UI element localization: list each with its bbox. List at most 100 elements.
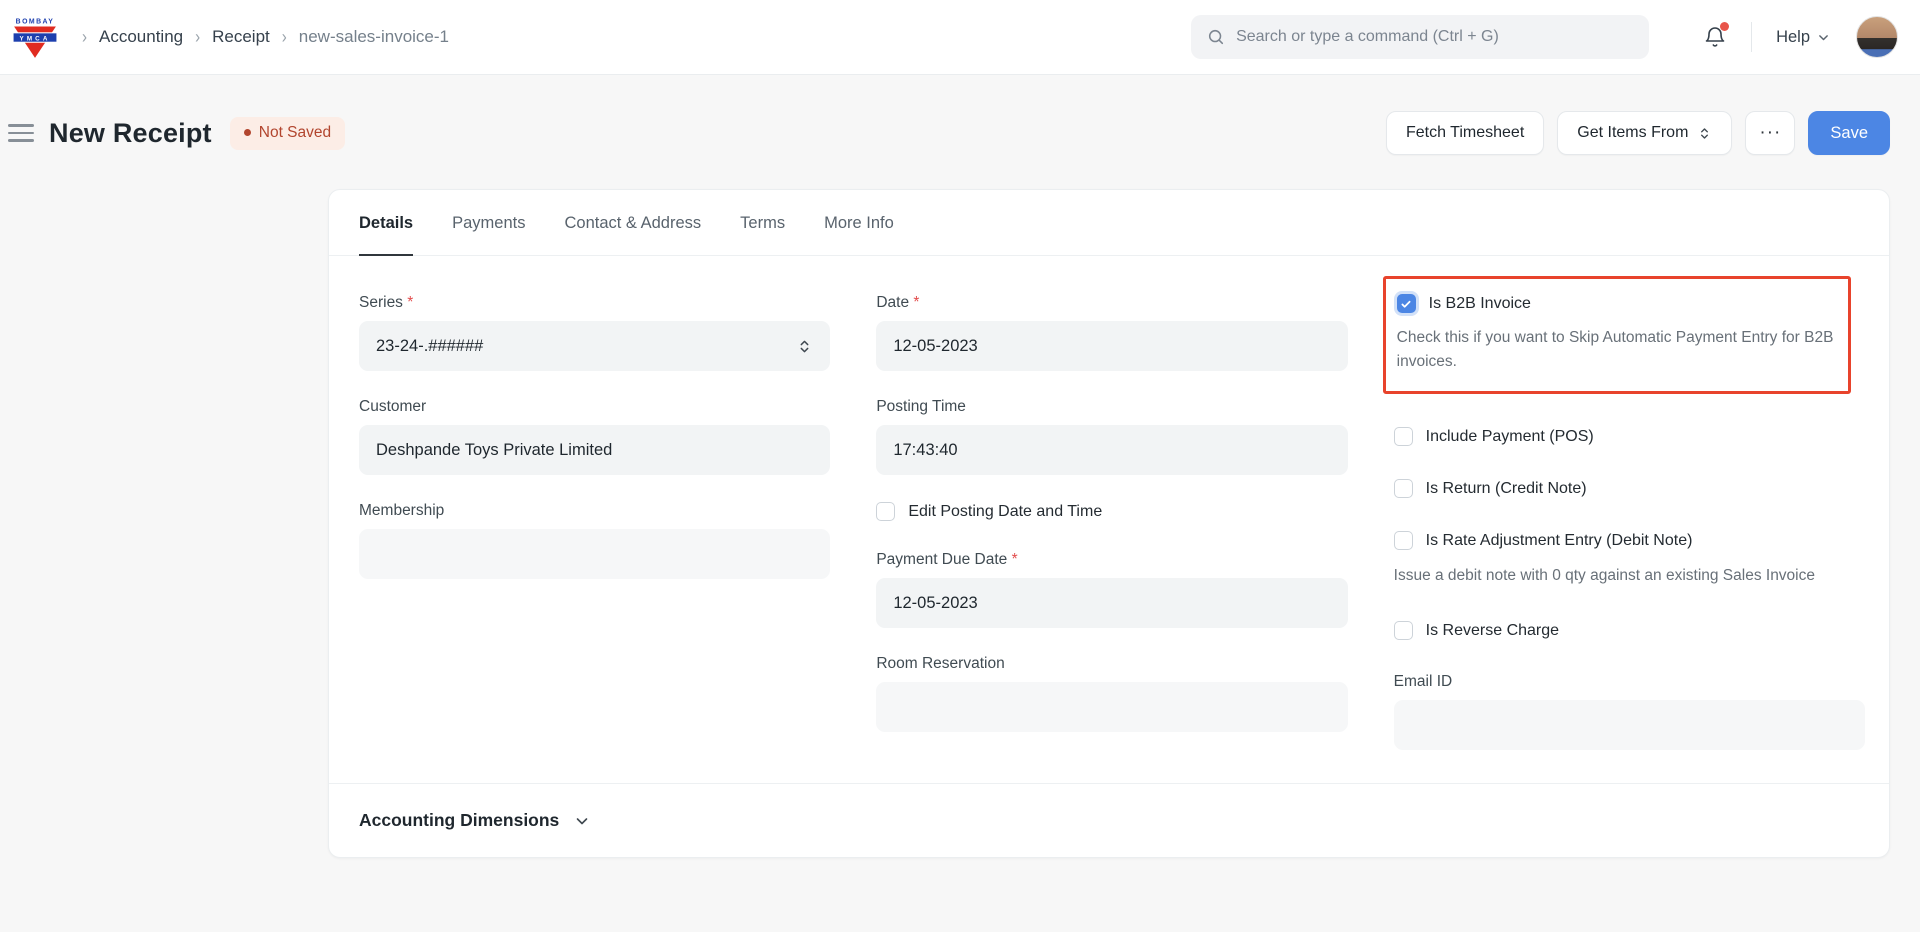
field-label: Posting Time — [876, 398, 1347, 416]
fetch-timesheet-button[interactable]: Fetch Timesheet — [1386, 111, 1544, 155]
field-label: Series * — [359, 294, 830, 312]
field-room-reservation: Room Reservation — [876, 655, 1347, 732]
field-label: Membership — [359, 502, 830, 520]
checkbox-is-return-credit-note[interactable] — [1394, 479, 1413, 498]
company-logo[interactable]: BOMBAY YMCA — [12, 15, 58, 59]
input-date[interactable]: 12-05-2023 — [876, 321, 1347, 371]
input-payment-due-date[interactable]: 12-05-2023 — [876, 578, 1347, 628]
field-description: Check this if you want to Skip Automatic… — [1397, 326, 1834, 374]
checkbox-label: Is Rate Adjustment Entry (Debit Note) — [1426, 532, 1693, 550]
tab-terms[interactable]: Terms — [740, 190, 785, 256]
checkbox-include-payment-pos[interactable] — [1394, 427, 1413, 446]
global-search[interactable] — [1191, 15, 1649, 59]
checkbox-is-b2b-invoice[interactable] — [1397, 294, 1416, 313]
field-label: Room Reservation — [876, 655, 1347, 673]
field-is-return-credit-note: Is Return (Credit Note) — [1394, 479, 1865, 498]
required-asterisk: * — [403, 294, 413, 311]
field-label: Date * — [876, 294, 1347, 312]
field-posting-time: Posting Time 17:43:40 — [876, 398, 1347, 475]
get-items-from-label: Get Items From — [1577, 124, 1688, 142]
field-membership: Membership — [359, 502, 830, 579]
form-column-1: Series * 23-24-.###### Customer Deshpande T… — [359, 294, 830, 777]
help-menu[interactable]: Help — [1776, 28, 1830, 47]
field-value: Deshpande Toys Private Limited — [376, 441, 612, 460]
input-posting-time[interactable]: 17:43:40 — [876, 425, 1347, 475]
input-room-reservation[interactable] — [876, 682, 1347, 732]
page-head: New Receipt Not Saved Fetch Timesheet Ge… — [0, 111, 1920, 155]
field-is-reverse-charge: Is Reverse Charge — [1394, 621, 1865, 640]
field-label: Customer — [359, 398, 830, 416]
checkbox-is-reverse-charge[interactable] — [1394, 621, 1413, 640]
form-column-3: Is B2B Invoice Check this if you want to … — [1394, 294, 1865, 777]
field-payment-due-date: Payment Due Date * 12-05-2023 — [876, 551, 1347, 628]
checkbox-row-is-rate-adjustment-entry-debit-note[interactable]: Is Rate Adjustment Entry (Debit Note) — [1394, 531, 1865, 550]
required-asterisk: * — [909, 294, 919, 311]
search-icon — [1207, 28, 1225, 46]
field-edit-posting-date-and-time: Edit Posting Date and Time — [876, 502, 1347, 521]
chevron-down-icon — [1817, 31, 1830, 44]
checkbox-row-is-b2b-invoice[interactable]: Is B2B Invoice — [1397, 294, 1834, 313]
breadcrumb-item-new-sales-invoice-1[interactable]: new-sales-invoice-1 — [299, 27, 449, 47]
checkbox-edit-posting-date-and-time[interactable] — [876, 502, 895, 521]
tab-more-info[interactable]: More Info — [824, 190, 894, 256]
tab-contact-address[interactable]: Contact & Address — [564, 190, 701, 256]
checkbox-label: Is B2B Invoice — [1429, 295, 1531, 313]
checkbox-row-include-payment-pos[interactable]: Include Payment (POS) — [1394, 427, 1865, 446]
field-description: Issue a debit note with 0 qty against an… — [1394, 564, 1865, 588]
top-navbar: BOMBAY YMCA ›Accounting›Receipt›new-sale… — [0, 0, 1920, 75]
checkbox-label: Is Reverse Charge — [1426, 622, 1559, 640]
checkbox-row-edit-posting-date-and-time[interactable]: Edit Posting Date and Time — [876, 502, 1347, 521]
form-tabs: Details Payments Contact & Address Terms Mor… — [329, 190, 1889, 256]
notifications-button[interactable] — [1703, 25, 1727, 49]
field-is-b2b-invoice: Is B2B Invoice Check this if you want to … — [1394, 276, 1865, 394]
sidebar-toggle-icon[interactable] — [8, 124, 34, 142]
breadcrumb-item-receipt[interactable]: Receipt — [212, 27, 270, 47]
select-chevrons-icon — [796, 338, 813, 355]
field-series: Series * 23-24-.###### — [359, 294, 830, 371]
checkbox-row-is-reverse-charge[interactable]: Is Reverse Charge — [1394, 621, 1865, 640]
status-badge: Not Saved — [230, 117, 345, 150]
input-email-id[interactable] — [1394, 700, 1865, 750]
tab-details[interactable]: Details — [359, 190, 413, 256]
required-asterisk: * — [1007, 551, 1017, 568]
checkbox-label: Include Payment (POS) — [1426, 428, 1594, 446]
navbar-divider — [1751, 22, 1752, 52]
form-column-2: Date * 12-05-2023 Posting Time 17:43:40 Edit… — [876, 294, 1347, 777]
checkbox-is-rate-adjustment-entry-debit-note[interactable] — [1394, 531, 1413, 550]
field-date: Date * 12-05-2023 — [876, 294, 1347, 371]
breadcrumb-item-accounting[interactable]: Accounting — [99, 27, 183, 47]
notification-dot — [1720, 22, 1729, 31]
field-value: 17:43:40 — [893, 441, 957, 460]
logo-top-text: BOMBAY — [16, 18, 55, 25]
get-items-from-button[interactable]: Get Items From — [1557, 111, 1732, 155]
section-title: Accounting Dimensions — [359, 810, 559, 831]
logo-band-text: YMCA — [20, 35, 51, 42]
page-title: New Receipt — [49, 118, 212, 149]
user-avatar[interactable] — [1856, 16, 1898, 58]
tab-payments[interactable]: Payments — [452, 190, 525, 256]
checkbox-row-is-return-credit-note[interactable]: Is Return (Credit Note) — [1394, 479, 1865, 498]
form-grid: Series * 23-24-.###### Customer Deshpande T… — [329, 256, 1889, 783]
chevron-down-icon — [574, 813, 590, 829]
input-membership[interactable] — [359, 529, 830, 579]
breadcrumb-separator-icon: › — [282, 26, 287, 47]
check-icon — [1400, 298, 1412, 310]
field-value: 23-24-.###### — [376, 337, 483, 356]
more-options-button[interactable]: ··· — [1745, 111, 1795, 155]
breadcrumb-separator-icon: › — [82, 26, 87, 47]
save-button[interactable]: Save — [1808, 111, 1890, 155]
breadcrumb: ›Accounting›Receipt›new-sales-invoice-1 — [82, 27, 449, 47]
accounting-dimensions-section-toggle[interactable]: Accounting Dimensions — [329, 784, 1889, 857]
field-label: Payment Due Date * — [876, 551, 1347, 569]
field-email-id: Email ID — [1394, 673, 1865, 750]
search-input[interactable] — [1236, 28, 1633, 46]
page-actions: Fetch Timesheet Get Items From ··· Save — [1386, 111, 1890, 155]
select-chevrons-icon — [1697, 126, 1712, 141]
help-label: Help — [1776, 28, 1810, 47]
form-card: Details Payments Contact & Address Terms Mor… — [328, 189, 1890, 858]
select-series[interactable]: 23-24-.###### — [359, 321, 830, 371]
field-value: 12-05-2023 — [893, 594, 977, 613]
input-customer[interactable]: Deshpande Toys Private Limited — [359, 425, 830, 475]
checkbox-label: Edit Posting Date and Time — [908, 503, 1102, 521]
field-include-payment-pos: Include Payment (POS) — [1394, 427, 1865, 446]
